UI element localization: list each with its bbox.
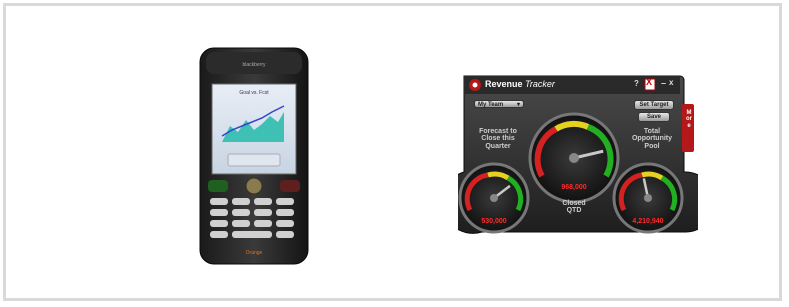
center-gauge-label: Closed QTD — [562, 200, 586, 215]
center-gauge-value: 968,000 — [561, 184, 587, 191]
blackberry-phone-image: blackberry Goal vs. Fcst Orange — [199, 47, 309, 265]
phone-brand-text: blackberry — [242, 62, 266, 68]
save-button[interactable]: Save — [638, 112, 670, 122]
close-box-icon[interactable]: X — [646, 77, 652, 87]
team-dropdown-value: My Team — [478, 102, 504, 108]
set-target-button[interactable]: Set Target — [634, 100, 674, 110]
right-gauge-value: 4,210,940 — [632, 218, 664, 225]
chevron-down-icon: ▾ — [516, 102, 520, 108]
left-gauge-value: 530,000 — [481, 218, 507, 225]
right-gauge-label: Total Opportunity Pool — [631, 128, 673, 150]
more-tab[interactable]: More — [686, 110, 692, 129]
revenue-tracker-widget: Revenue Tracker ? X – x My Team ▾ Set Ta… — [458, 72, 698, 244]
left-gauge-label: Forecast to Close this Quarter — [479, 128, 517, 150]
widget-title: Revenue Tracker — [485, 79, 555, 89]
minimize-button[interactable]: – — [661, 78, 666, 88]
phone-screen-title: Goal vs. Fcst — [239, 90, 269, 96]
help-button[interactable]: ? — [634, 79, 639, 88]
phone-carrier-text: Orange — [246, 250, 263, 256]
close-button[interactable]: x — [669, 78, 673, 87]
team-dropdown[interactable]: My Team ▾ — [474, 100, 524, 108]
